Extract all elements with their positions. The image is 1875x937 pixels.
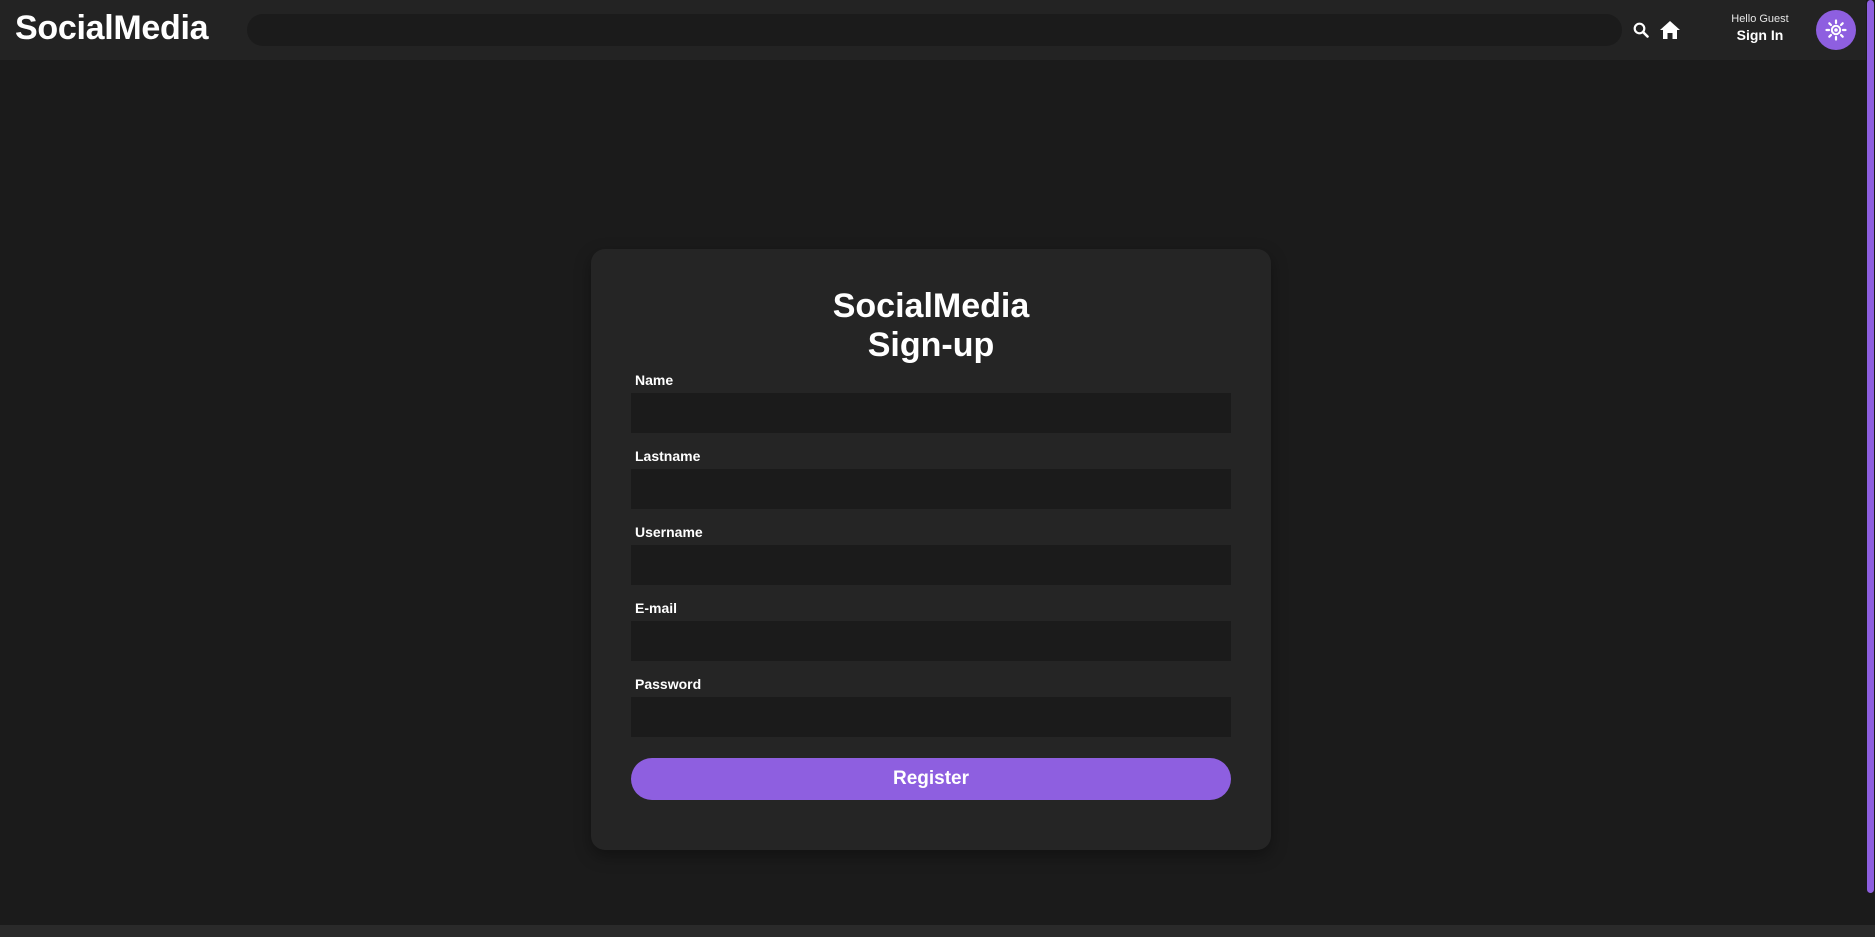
search-icon	[1633, 22, 1649, 38]
theme-toggle-button[interactable]	[1816, 10, 1856, 50]
sign-in-link[interactable]: Sign In	[1720, 28, 1800, 42]
search-input[interactable]	[247, 14, 1622, 46]
signup-title-heading: Sign-up	[867, 326, 995, 364]
brand-logo[interactable]: SocialMedia	[15, 9, 209, 48]
home-icon	[1660, 21, 1680, 39]
password-input[interactable]	[631, 697, 1231, 737]
lastname-input[interactable]	[631, 469, 1231, 509]
name-input[interactable]	[631, 393, 1231, 433]
signup-card: SocialMedia Sign-up Name Lastname Userna…	[591, 249, 1271, 850]
home-button[interactable]	[1656, 16, 1684, 44]
user-greeting: Hello Guest Sign In	[1720, 13, 1800, 43]
greeting-text: Hello Guest	[1731, 13, 1789, 25]
signup-title-brand: SocialMedia	[832, 287, 1030, 325]
bottom-strip	[0, 925, 1875, 937]
lastname-label: Lastname	[635, 448, 701, 464]
search-button[interactable]	[1630, 19, 1652, 41]
scrollbar-thumb[interactable]	[1867, 0, 1874, 893]
email-label: E-mail	[635, 600, 678, 616]
register-button[interactable]: Register	[631, 758, 1231, 800]
name-label: Name	[635, 372, 674, 388]
password-label: Password	[635, 676, 702, 692]
email-input[interactable]	[631, 621, 1231, 661]
sun-icon	[1825, 19, 1847, 41]
username-label: Username	[635, 524, 703, 540]
signup-title: SocialMedia Sign-up	[591, 287, 1271, 365]
top-navbar: SocialMedia Hello Guest Sign In	[0, 0, 1866, 60]
username-input[interactable]	[631, 545, 1231, 585]
